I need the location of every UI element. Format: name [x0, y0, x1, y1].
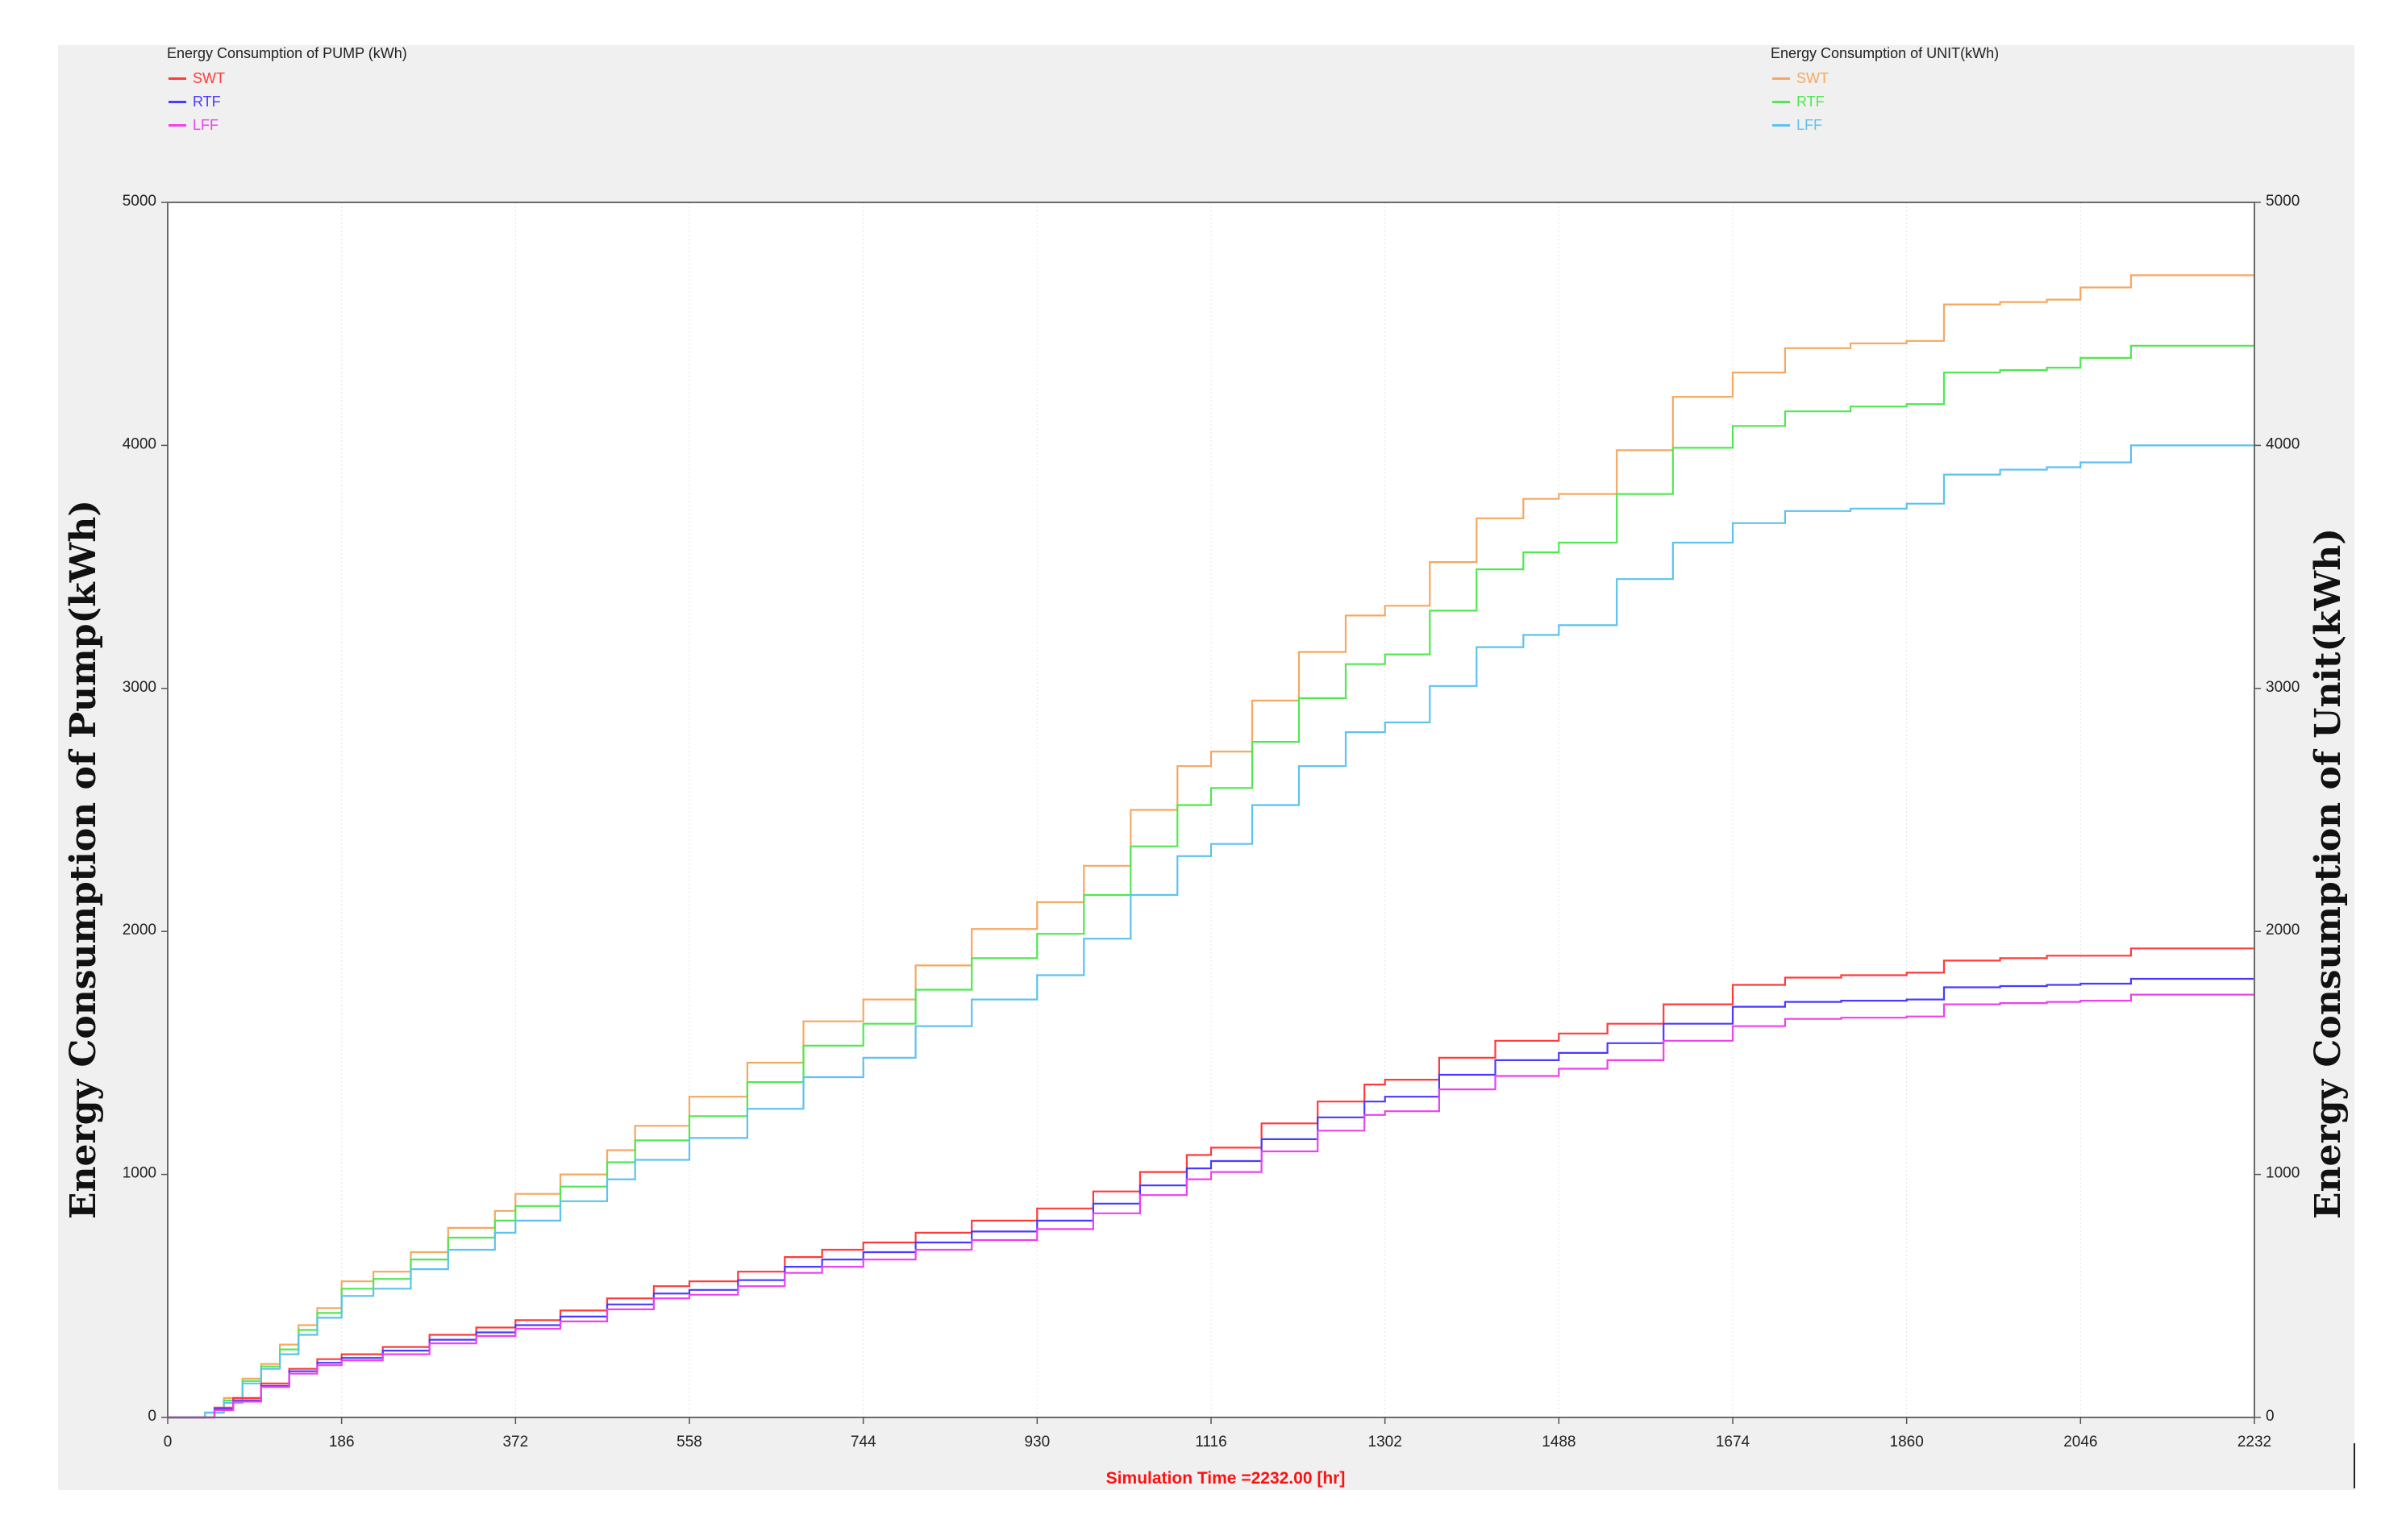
y-right-tick-label: 0	[2266, 1408, 2275, 1425]
y-right-axis-title: Energy Consumption of Unit(kWh)	[2308, 527, 2349, 1219]
x-tick-label: 186	[329, 1434, 355, 1451]
x-tick-label: 1488	[1542, 1434, 1576, 1451]
energy-consumption-chart: 0 186 372 558 744 930 1116 1302 1488 1674 1860 2046…	[123, 193, 2300, 1451]
x-tick-label: 2046	[2063, 1434, 2097, 1451]
y-right-tick-label: 2000	[2266, 922, 2300, 939]
y-right-tick-label: 4000	[2266, 435, 2300, 452]
x-tick-label: 1674	[1716, 1434, 1750, 1451]
text-cursor-mark	[2354, 1443, 2355, 1488]
x-tick-label: 2232	[2237, 1434, 2271, 1451]
y-left-tick-label: 1000	[123, 1165, 156, 1182]
y-right-tick-label: 3000	[2266, 679, 2300, 696]
y-left-tick-label: 4000	[123, 435, 156, 452]
x-tick-label: 930	[1024, 1434, 1050, 1451]
x-tick-label: 372	[502, 1434, 528, 1451]
y-left-tick-label: 2000	[123, 922, 156, 939]
x-tick-label: 1116	[1195, 1434, 1226, 1451]
x-tick-label: 1860	[1890, 1434, 1924, 1451]
grid-layer	[341, 202, 2081, 1417]
simulation-time-label: Simulation Time =2232.00 [hr]	[1105, 1469, 1346, 1488]
y-left-tick-label: 3000	[123, 679, 156, 696]
y-left-tick-label: 0	[148, 1408, 156, 1425]
y-left-tick-label: 5000	[123, 193, 156, 210]
x-tick-label: 1302	[1368, 1434, 1402, 1451]
x-tick-label: 0	[164, 1434, 173, 1451]
x-tick-label: 558	[676, 1434, 702, 1451]
series-line-unit-rtf	[168, 344, 2254, 1419]
y-right-tick-label: 5000	[2266, 193, 2300, 210]
series-layer	[168, 274, 2254, 1419]
y-right-tick-label: 1000	[2266, 1165, 2300, 1182]
y-left-axis-title: Energy Consumption of Pump(kWh)	[63, 499, 104, 1219]
x-tick-label: 744	[851, 1434, 876, 1451]
